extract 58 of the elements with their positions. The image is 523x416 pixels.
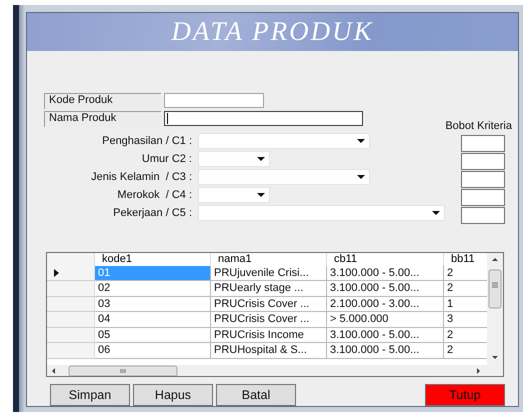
table-cell: PRUHospital & S...: [211, 343, 327, 359]
table-cell: PRUjuvenile Crisi...: [211, 266, 327, 282]
action-button[interactable]: Hapus: [133, 384, 213, 406]
table-cell: 04: [95, 312, 211, 328]
field-label: Nama Produk: [44, 110, 161, 127]
table-cell: 3.100.000 - 5.00...: [327, 328, 444, 344]
table-cell: 05: [95, 328, 211, 344]
field-label: Kode Produk: [44, 92, 161, 109]
dropdown-field[interactable]: [198, 204, 445, 221]
table-cell: 2: [444, 328, 487, 344]
table-cell: 03: [95, 296, 211, 312]
weight-field[interactable]: [461, 206, 505, 224]
table-cell: 3.100.000 - 5.00...: [327, 281, 444, 297]
caret-icon: [432, 210, 440, 215]
input-field[interactable]: [164, 93, 264, 108]
dropdown-field[interactable]: [198, 168, 370, 185]
dropdown-field[interactable]: [198, 150, 270, 167]
horizontal-scrollbar[interactable]: [47, 364, 487, 376]
criteria-label: Penghasilan / C1 :: [101, 134, 192, 147]
action-button[interactable]: Simpan: [50, 384, 130, 406]
caret-icon: [257, 192, 265, 197]
table-cell: PRUCrisis Income: [211, 328, 327, 344]
table-cell: PRUearly stage ...: [211, 281, 327, 297]
row-pointer-icon: [54, 269, 59, 278]
vertical-scrollbar[interactable]: [487, 252, 503, 365]
table-cell: 3.100.000 - 5.00...: [327, 343, 444, 359]
weight-field[interactable]: [461, 134, 505, 152]
table-cell: 1: [444, 296, 487, 312]
caret-icon: [357, 138, 365, 143]
input-field[interactable]: [164, 111, 363, 126]
table-cell: 2.100.000 - 3.00...: [327, 296, 444, 312]
criteria-label: Merokok / C4 :: [116, 188, 192, 201]
weight-heading: Bobot Kriteria: [445, 120, 512, 132]
table-cell: 2: [444, 343, 487, 359]
table-cell: PRUCrisis Cover ...: [211, 312, 327, 328]
weight-field[interactable]: [461, 170, 505, 188]
weight-field[interactable]: [461, 188, 505, 206]
row-header[interactable]: [47, 266, 95, 282]
dropdown-field[interactable]: [198, 132, 370, 149]
criteria-label: Jenis Kelamin / C3 :: [90, 170, 192, 183]
table-cell: 2: [444, 281, 487, 297]
table-cell: 06: [95, 343, 211, 359]
action-button[interactable]: Batal: [216, 384, 296, 406]
action-button[interactable]: Tutup: [425, 384, 505, 406]
caret-icon: [357, 174, 365, 179]
caret-icon: [257, 156, 265, 161]
table-cell: 3: [444, 312, 487, 328]
dropdown-field[interactable]: [198, 186, 270, 203]
table-cell: 01: [95, 266, 211, 282]
table-cell: 3.100.000 - 5.00...: [327, 266, 444, 282]
table-cell: 2: [444, 266, 487, 282]
table-cell: > 5.000.000: [327, 312, 444, 328]
table-cell: 02: [95, 281, 211, 297]
weight-field[interactable]: [461, 152, 505, 170]
window-title: DATA PRODUK: [171, 16, 374, 48]
criteria-label: Pekerjaan / C5 :: [112, 206, 192, 219]
table-cell: PRUCrisis Cover ...: [211, 296, 327, 312]
criteria-label: Umur C2 :: [140, 152, 192, 165]
